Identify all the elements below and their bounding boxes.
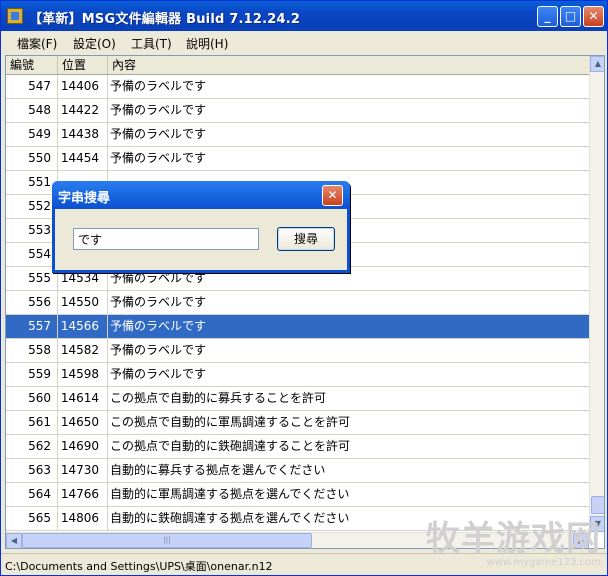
row-content-cell: 予備のラベルです bbox=[110, 127, 207, 141]
window-title: 【革新】MSG文件編輯器 Build 7.12.24.2 bbox=[29, 12, 301, 27]
table-row[interactable]: 564 14766 自動的に軍馬調達する拠点を選んでください bbox=[6, 483, 589, 507]
search-button[interactable]: 搜尋 bbox=[277, 227, 335, 251]
search-dialog: 字串搜尋 ✕ 搜尋 bbox=[52, 181, 350, 273]
row-position-cell: 14730 bbox=[58, 459, 108, 482]
column-header-number[interactable]: 編號 bbox=[6, 56, 58, 74]
title-bar[interactable]: 【革新】MSG文件編輯器 Build 7.12.24.2 _ □ ✕ bbox=[1, 1, 607, 31]
row-number-cell: 565 bbox=[6, 507, 58, 530]
main-window: 【革新】MSG文件編輯器 Build 7.12.24.2 _ □ ✕ 檔案(F)… bbox=[0, 0, 608, 576]
row-content-cell: 自動的に軍馬調達する拠点を選んでください bbox=[110, 487, 350, 501]
row-number-cell: 547 bbox=[6, 75, 58, 98]
row-position-cell: 14406 bbox=[58, 75, 108, 98]
row-position-cell: 14454 bbox=[58, 147, 108, 170]
menu-help[interactable]: 說明(H) bbox=[186, 35, 228, 52]
row-content-cell: この拠点で自動的に募兵することを許可 bbox=[110, 391, 327, 405]
table-row[interactable]: 550 14454 予備のラベルです bbox=[6, 147, 589, 171]
row-content-cell: 予備のラベルです bbox=[110, 295, 207, 309]
row-content-cell: 予備のラベルです bbox=[110, 151, 207, 165]
row-content-cell: この拠点で自動的に鉄砲調達することを許可 bbox=[110, 439, 351, 453]
row-number-cell: 556 bbox=[6, 291, 58, 314]
menu-file[interactable]: 檔案(F) bbox=[17, 35, 57, 52]
vertical-scrollbar[interactable]: ▲ ▼ bbox=[589, 56, 604, 532]
table-row[interactable]: 562 14690 この拠点で自動的に鉄砲調達することを許可 bbox=[6, 435, 589, 459]
row-position-cell: 14598 bbox=[58, 363, 108, 386]
row-position-cell: 14550 bbox=[58, 291, 108, 314]
table-row[interactable]: 557 14566 予備のラベルです bbox=[6, 315, 589, 339]
row-number-cell: 549 bbox=[6, 123, 58, 146]
message-table[interactable]: 編號 位置 內容 547 14406 予備のラベルです 548 14422 予備のラベルで… bbox=[5, 55, 605, 549]
vertical-scroll-thumb[interactable] bbox=[591, 496, 604, 514]
file-path-status: C:\Documents and Settings\UPS\桌面\onenar.… bbox=[5, 560, 273, 573]
table-row[interactable]: 561 14650 この拠点で自動的に軍馬調達することを許可 bbox=[6, 411, 589, 435]
column-header-position[interactable]: 位置 bbox=[58, 56, 108, 74]
row-position-cell: 14438 bbox=[58, 123, 108, 146]
row-position-cell: 14566 bbox=[58, 315, 108, 338]
row-content-cell: 予備のラベルです bbox=[110, 367, 207, 381]
row-content-cell: この拠点で自動的に軍馬調達することを許可 bbox=[110, 415, 351, 429]
table-header: 編號 位置 內容 bbox=[6, 56, 589, 75]
row-number-cell: 555 bbox=[6, 267, 58, 290]
table-row[interactable]: 556 14550 予備のラベルです bbox=[6, 291, 589, 315]
watermark-text: 牧羊游戏网 bbox=[426, 519, 601, 559]
row-number-cell: 552 bbox=[6, 195, 58, 218]
app-icon[interactable] bbox=[7, 8, 23, 24]
row-position-cell: 14582 bbox=[58, 339, 108, 362]
row-number-cell: 563 bbox=[6, 459, 58, 482]
row-position-cell: 14614 bbox=[58, 387, 108, 410]
row-number-cell: 551 bbox=[6, 171, 58, 194]
row-number-cell: 554 bbox=[6, 243, 58, 266]
table-row[interactable]: 563 14730 自動的に募兵する拠点を選んでください bbox=[6, 459, 589, 483]
menu-settings[interactable]: 設定(O) bbox=[73, 35, 116, 52]
row-number-cell: 564 bbox=[6, 483, 58, 506]
row-number-cell: 559 bbox=[6, 363, 58, 386]
row-position-cell: 14806 bbox=[58, 507, 108, 530]
maximize-button[interactable]: □ bbox=[560, 6, 581, 27]
row-position-cell: 14422 bbox=[58, 99, 108, 122]
row-number-cell: 557 bbox=[6, 315, 58, 338]
row-content-cell: 予備のラベルです bbox=[110, 319, 207, 333]
table-row[interactable]: 548 14422 予備のラベルです bbox=[6, 99, 589, 123]
table-row[interactable]: 549 14438 予備のラベルです bbox=[6, 123, 589, 147]
row-number-cell: 561 bbox=[6, 411, 58, 434]
row-content-cell: 予備のラベルです bbox=[110, 103, 207, 117]
horizontal-scroll-thumb[interactable]: ||| bbox=[22, 533, 312, 548]
row-position-cell: 14766 bbox=[58, 483, 108, 506]
dialog-close-button[interactable]: ✕ bbox=[322, 185, 343, 206]
menu-tools[interactable]: 工具(T) bbox=[131, 35, 172, 52]
table-row[interactable]: 547 14406 予備のラベルです bbox=[6, 75, 589, 99]
row-number-cell: 562 bbox=[6, 435, 58, 458]
dialog-title-bar[interactable]: 字串搜尋 ✕ bbox=[52, 181, 350, 209]
site-watermark: 牧羊游戏网 www.mygame123.com bbox=[426, 521, 601, 569]
row-number-cell: 560 bbox=[6, 387, 58, 410]
table-body: 547 14406 予備のラベルです 548 14422 予備のラベルです 549 14438… bbox=[6, 75, 589, 531]
column-header-content[interactable]: 內容 bbox=[108, 56, 589, 74]
dialog-title: 字串搜尋 bbox=[58, 191, 111, 206]
table-row[interactable]: 558 14582 予備のラベルです bbox=[6, 339, 589, 363]
scroll-up-icon[interactable]: ▲ bbox=[590, 56, 604, 72]
minimize-button[interactable]: _ bbox=[537, 6, 558, 27]
scroll-left-icon[interactable]: ◀ bbox=[6, 533, 22, 548]
row-content-cell: 予備のラベルです bbox=[110, 79, 207, 93]
close-button[interactable]: ✕ bbox=[583, 6, 604, 27]
table-row[interactable]: 559 14598 予備のラベルです bbox=[6, 363, 589, 387]
row-number-cell: 548 bbox=[6, 99, 58, 122]
row-number-cell: 550 bbox=[6, 147, 58, 170]
row-number-cell: 558 bbox=[6, 339, 58, 362]
table-row[interactable]: 560 14614 この拠点で自動的に募兵することを許可 bbox=[6, 387, 589, 411]
row-position-cell: 14690 bbox=[58, 435, 108, 458]
search-input[interactable] bbox=[73, 228, 259, 250]
row-content-cell: 予備のラベルです bbox=[110, 343, 207, 357]
menu-bar: 檔案(F) 設定(O) 工具(T) 說明(H) bbox=[1, 31, 607, 53]
row-number-cell: 553 bbox=[6, 219, 58, 242]
row-content-cell: 自動的に募兵する拠点を選んでください bbox=[110, 463, 326, 477]
row-position-cell: 14650 bbox=[58, 411, 108, 434]
